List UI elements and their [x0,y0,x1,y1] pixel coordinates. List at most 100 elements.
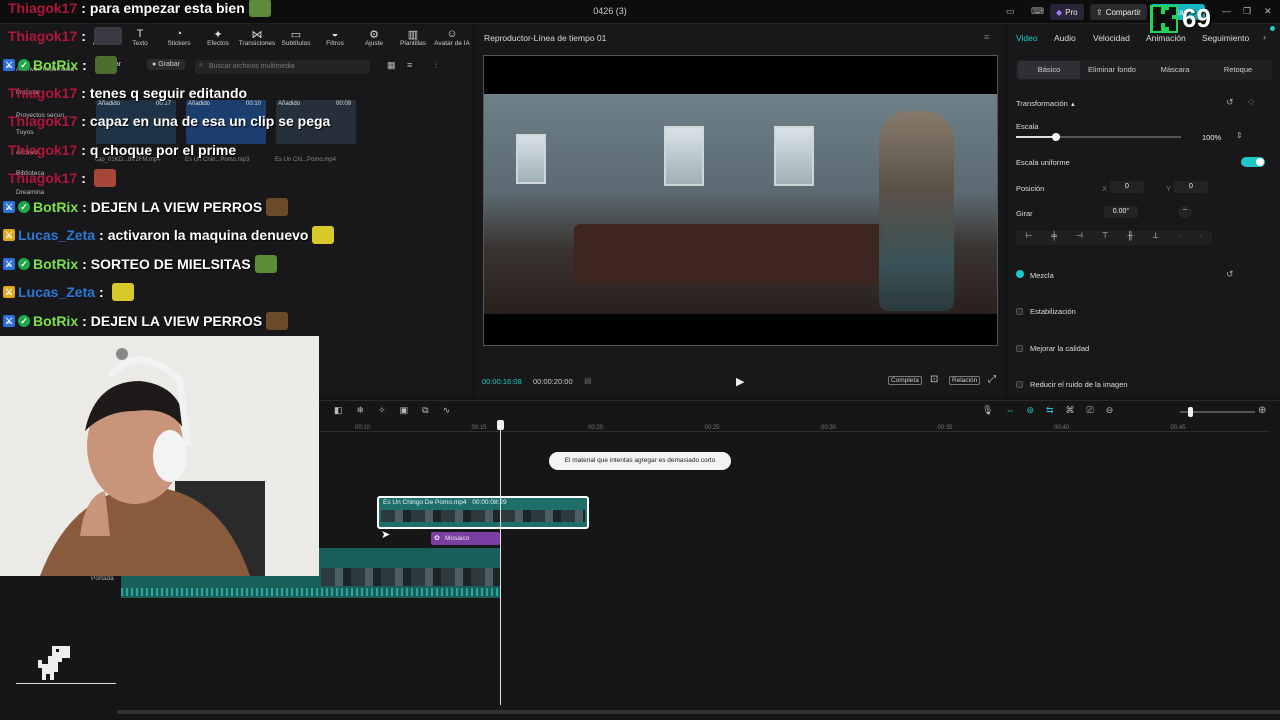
chat-username[interactable]: Lucas_Zeta [18,227,95,243]
share-button[interactable]: ⇪ Compartir [1090,4,1147,20]
split-icon[interactable]: ◧ [334,405,343,416]
subtab-item[interactable]: Retoque [1207,61,1269,79]
clip-filmstrip [381,510,585,522]
blend-check[interactable] [1016,270,1024,278]
rotate-dial-icon[interactable]: – [1178,206,1192,218]
magnet-icon[interactable]: ⇆ [1046,405,1054,416]
align-right-icon[interactable]: ⊣ [1076,231,1083,245]
crop-icon[interactable]: ⊡ [930,374,938,385]
reset-icon[interactable]: ↺ [1226,269,1234,280]
viewer-counter: 69 [1182,3,1211,33]
mouse-cursor-icon: ➤ [381,529,391,541]
align-top-icon[interactable]: ⊤ [1102,231,1109,245]
chat-username[interactable]: Lucas_Zeta [18,284,95,300]
main-filmstrip [321,568,501,586]
align-middle-icon[interactable]: ╫ [1128,231,1134,245]
mic-icon[interactable]: 🎙 [982,405,993,416]
share-icon: ⇪ [1096,7,1103,17]
zoom-slider-knob[interactable] [1188,407,1193,417]
chat-username[interactable]: Thiagok17 [8,0,77,16]
blend-label[interactable]: Mezcla [1030,271,1054,280]
scene-sofa [574,224,884,284]
subtab-item[interactable]: Máscara [1144,61,1206,79]
timeline-scrollbar[interactable] [117,710,1280,714]
emote-icon [248,0,271,17]
timecode-icon[interactable]: ▤ [584,376,592,385]
pos-x-field[interactable]: 0 [1110,181,1144,193]
magic-icon[interactable]: ✧ [378,405,386,416]
zoom-out-icon[interactable]: ⊖ [1106,405,1114,416]
chat-message: ⚔ Lucas_Zeta: activaron la maquina denuevo [3,224,335,246]
mask-icon[interactable]: ▣ [400,405,409,416]
stepper-icon[interactable]: ⇕ [1236,131,1243,140]
playhead[interactable] [500,420,501,705]
tab-audio[interactable]: Audio [1054,33,1076,43]
enhance-check[interactable] [1016,345,1023,352]
uniform-scale-toggle[interactable] [1241,157,1265,167]
zoom-in-icon[interactable]: ⊕ [1258,405,1266,416]
pro-button[interactable]: ◆ Pro [1050,4,1084,20]
layout-icon[interactable]: ▭ [1006,6,1015,17]
preview-icon[interactable]: ⌘ [1066,405,1075,416]
tab-animación[interactable]: Animación [1146,33,1186,43]
align-extra-icon[interactable]: ▫ [1178,231,1181,245]
playhead-handle[interactable] [497,420,504,430]
chat-username[interactable]: BotRix [33,256,78,272]
scale-value[interactable]: 100% [1202,133,1221,142]
reset-icon[interactable]: ↺ [1226,97,1234,108]
effect-clip[interactable]: ✿ Mosaico [431,532,500,545]
scale-slider[interactable] [1016,133,1181,141]
player-panel: Reproductor-Línea de tiempo 01 ≡ 00:00:1… [476,24,1004,396]
verified-badge-icon: ✓ [18,315,30,327]
keyframe-icon[interactable]: ◇ [1248,97,1254,106]
menu-icon[interactable]: ≡ [984,32,989,42]
full-button[interactable]: Completa [888,376,922,385]
clip-duration: 00:00:08:29 [472,499,507,506]
chevron-right-icon[interactable]: › [1263,32,1266,42]
stabilize-check[interactable] [1016,308,1023,315]
freeze-icon[interactable]: ❄ [357,405,365,416]
timeline-toolbar: ◧ ❄ ✧ ▣ ⧉ ∿ [334,405,450,416]
align-bottom-icon[interactable]: ⊥ [1152,231,1159,245]
chat-username[interactable]: BotRix [33,57,78,73]
denoise-check[interactable] [1016,381,1023,388]
subtab-item[interactable]: Básico [1018,61,1080,79]
minimize-icon[interactable]: — [1222,6,1231,16]
chat-username[interactable]: BotRix [33,313,78,329]
waveform-icon[interactable]: ∿ [443,405,451,416]
keyboard-icon[interactable]: ⌨ [1031,6,1044,17]
align-left-icon[interactable]: ⊢ [1025,231,1032,245]
pos-y-field[interactable]: 0 [1174,181,1208,193]
fullscreen-icon[interactable]: ⤢ [988,374,996,385]
stabilize-label[interactable]: Estabilización [1030,307,1076,316]
chat-username[interactable]: Thiagok17 [8,28,77,44]
ratio-button[interactable]: Relación [949,376,981,385]
crop-icon[interactable]: ⧉ [422,405,428,416]
chat-separator: : [82,199,87,215]
tab-video[interactable]: Video [1016,33,1038,43]
tab-seguimiento[interactable]: Seguimiento [1202,33,1249,43]
chat-username[interactable]: Thiagok17 [8,142,77,158]
align-center-icon[interactable]: ╪ [1051,231,1057,245]
subtab-item[interactable]: Eliminar fondo [1081,61,1143,79]
chat-username[interactable]: Thiagok17 [8,113,77,129]
chat-username[interactable]: Thiagok17 [8,170,77,186]
align-extra-icon[interactable]: ▫ [1200,231,1203,245]
video-clip[interactable]: Es Un Chingo De Pomo.mp4 00:00:08:29 [377,496,589,529]
scale-slider-knob[interactable] [1052,133,1060,141]
chat-username[interactable]: Thiagok17 [8,85,77,101]
close-icon[interactable]: ✕ [1264,6,1272,17]
chat-username[interactable]: BotRix [33,199,78,215]
zoom-slider[interactable] [1180,407,1255,417]
tab-velocidad[interactable]: Velocidad [1093,33,1130,43]
enhance-label[interactable]: Mejorar la calidad [1030,344,1089,353]
rotate-field[interactable]: 0.00° [1104,206,1138,218]
transform-heading[interactable]: Transformación ▲ [1016,99,1076,108]
video-preview[interactable] [483,55,998,346]
link-icon[interactable]: ⇔ [1005,405,1014,416]
monitor-icon[interactable]: ⎚ [1087,405,1094,416]
denoise-label[interactable]: Reducir el ruido de la imagen [1030,380,1128,389]
play-icon[interactable]: ▶ [736,375,744,388]
maximize-icon[interactable]: ❐ [1243,6,1251,17]
snap-icon[interactable]: ⊛ [1026,405,1034,416]
